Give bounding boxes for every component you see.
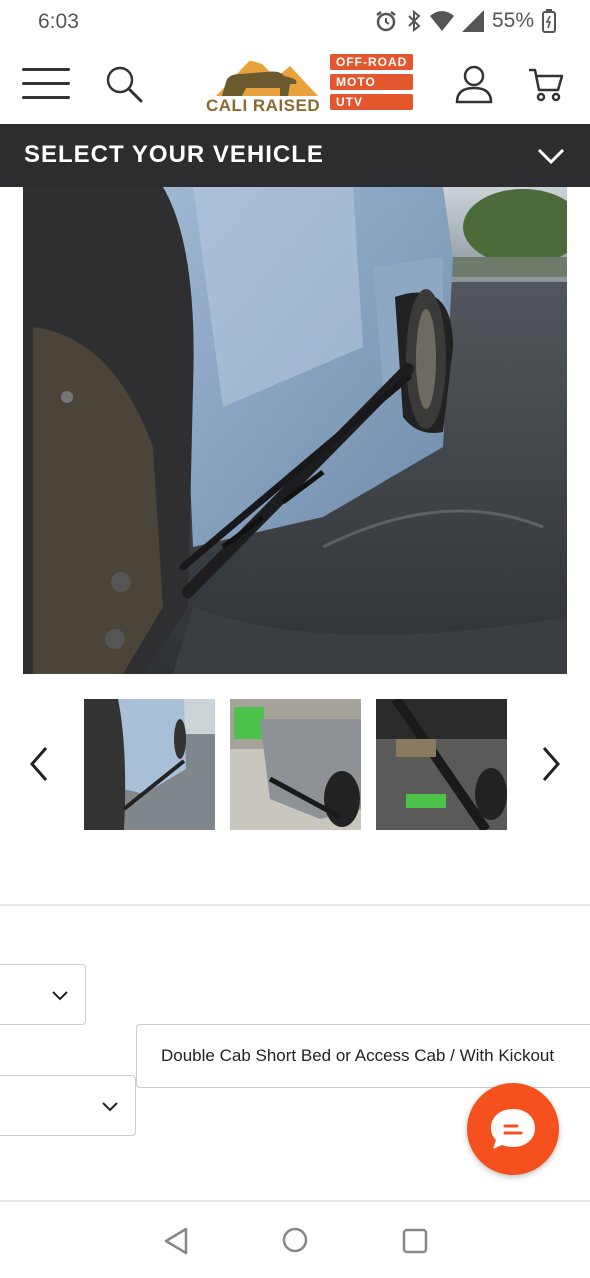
chat-bubble-icon [491,1109,535,1149]
thumbnail-shop-floor-photo [230,699,361,830]
status-icons: 55% [374,9,556,33]
signal-icon [461,10,484,32]
recent-apps-icon[interactable] [402,1228,428,1254]
status-time: 6:03 [38,10,79,33]
cart-icon [529,68,564,102]
home-icon[interactable] [281,1226,309,1254]
battery-level: 55% [491,9,534,32]
chevron-left-icon [30,747,48,781]
logo-brand-text: CALI RAISED [206,96,321,115]
gallery-next-button[interactable] [534,742,568,786]
option-select-2[interactable] [0,1075,136,1136]
thumbnail-underbody-photo [376,699,507,830]
bear-mountain-logo-icon [216,56,318,96]
bottom-divider [0,1200,590,1202]
chevron-down-icon [52,991,68,1001]
truck-rock-slider-photo [23,187,567,674]
gallery-thumbnail-2[interactable] [230,699,361,830]
menu-icon [22,68,70,71]
bluetooth-icon [408,9,421,33]
site-logo[interactable]: CALI RAISED OFF-ROAD MOTO UTV [206,52,434,118]
gallery-thumbnail-1[interactable] [84,699,215,830]
battery-icon [542,9,556,33]
system-nav-bar [0,1204,590,1278]
chevron-down-icon [102,1102,118,1112]
selected-option-box[interactable]: Double Cab Short Bed or Access Cab / Wit… [136,1024,590,1088]
account-button[interactable] [454,64,494,104]
product-main-image[interactable] [23,187,567,674]
selected-option-text: Double Cab Short Bed or Access Cab / Wit… [161,1046,555,1065]
cart-button[interactable] [528,66,568,106]
menu-button[interactable] [22,66,70,102]
status-bar: 6:03 55% [0,0,590,44]
select-vehicle-bar[interactable]: SELECT YOUR VEHICLE [0,124,590,187]
search-icon [106,66,143,103]
gallery-thumbnail-3[interactable] [376,699,507,830]
account-icon [455,65,493,104]
wifi-icon [429,11,454,31]
logo-tag-moto: MOTO [330,74,414,90]
site-header: CALI RAISED OFF-ROAD MOTO UTV [0,44,590,124]
logo-tag-utv: UTV [330,94,414,110]
thumbnail-truck-side-photo [84,699,215,830]
chevron-right-icon [542,747,560,781]
section-divider [0,904,590,906]
chevron-down-icon [537,148,565,165]
back-icon[interactable] [162,1226,190,1256]
chat-button[interactable] [467,1083,559,1175]
option-select-1[interactable] [0,964,86,1025]
select-vehicle-label: SELECT YOUR VEHICLE [24,141,324,168]
gallery-prev-button[interactable] [22,742,56,786]
logo-tags: OFF-ROAD MOTO UTV [330,54,414,110]
alarm-icon [376,11,396,32]
logo-tag-offroad: OFF-ROAD [330,54,414,70]
search-button[interactable] [104,64,144,104]
